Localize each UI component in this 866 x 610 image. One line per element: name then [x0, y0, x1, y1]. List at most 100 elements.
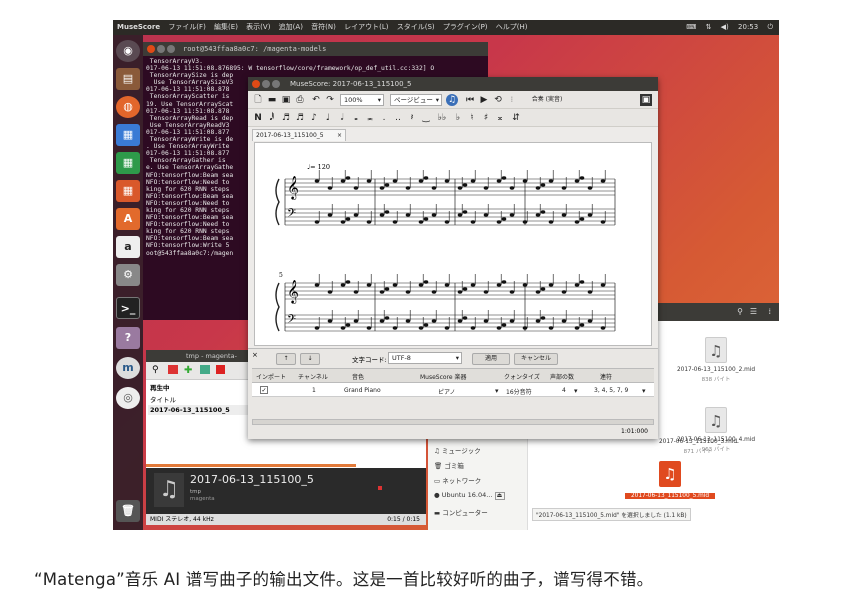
note-64th-icon[interactable]: 𝅘𝅥𝅱: [266, 112, 278, 124]
clock[interactable]: 20:53: [738, 23, 758, 31]
note-32nd-icon[interactable]: ♬: [280, 112, 292, 124]
progress-bar[interactable]: [146, 464, 356, 467]
minimize-icon[interactable]: [157, 45, 165, 53]
note-8th-icon[interactable]: ♪: [308, 112, 320, 124]
col-playing[interactable]: 再生中: [150, 382, 170, 392]
terminal-icon[interactable]: >_: [116, 297, 140, 319]
play-panel-icon[interactable]: ♫: [446, 94, 458, 106]
menu-layout[interactable]: レイアウト(L): [344, 23, 388, 31]
image-capture-icon[interactable]: ▣: [640, 94, 652, 106]
search-icon[interactable]: ⚲: [152, 365, 159, 375]
natural-icon[interactable]: ♮: [466, 112, 478, 124]
view-mode-select[interactable]: ページビュー ▾: [390, 94, 442, 106]
midi-file-icon[interactable]: ♫: [705, 337, 727, 363]
files-launcher-icon[interactable]: ▤: [116, 68, 140, 90]
note-whole-icon[interactable]: 𝅝: [350, 112, 362, 124]
close-icon[interactable]: [252, 80, 260, 88]
maximize-icon[interactable]: [272, 80, 280, 88]
tuplets-select[interactable]: 3, 4, 5, 7, 9: [594, 387, 628, 394]
sidebar-item-computer[interactable]: ▬ コンピューター: [434, 507, 488, 517]
view-list-icon[interactable]: ☰: [750, 307, 757, 316]
horizontal-scrollbar[interactable]: [252, 419, 654, 425]
grid-icon[interactable]: [200, 365, 210, 374]
menu-edit[interactable]: 編集(E): [214, 23, 238, 31]
col-tuplets[interactable]: 連符: [600, 372, 612, 381]
metronome-icon[interactable]: ⋮: [506, 94, 518, 106]
apply-button[interactable]: 適用: [472, 353, 510, 365]
dvd-icon[interactable]: ◎: [116, 387, 140, 409]
minimize-icon[interactable]: [262, 80, 270, 88]
close-icon[interactable]: [147, 45, 155, 53]
print-icon[interactable]: ⎙: [294, 94, 306, 106]
note-half-icon[interactable]: 𝅗𝅥: [336, 112, 348, 124]
menu-style[interactable]: スタイル(S): [397, 23, 435, 31]
close-tab-icon[interactable]: ×: [337, 130, 342, 141]
tab-score[interactable]: 2017-06-13_115100_5 ×: [252, 129, 346, 141]
quantize-select[interactable]: 16分音符: [506, 387, 532, 396]
eject-icon[interactable]: ⏏: [494, 492, 505, 500]
save-icon[interactable]: ▣: [280, 94, 292, 106]
col-voices[interactable]: 声部の数: [550, 372, 574, 381]
score-canvas[interactable]: ♩= 120 5 𝄞 𝄢 𝄞 𝄢: [254, 142, 652, 346]
menu-view[interactable]: 表示(V): [246, 23, 270, 31]
note-input-icon[interactable]: N: [252, 112, 264, 124]
musescore-icon[interactable]: m: [116, 357, 140, 379]
double-dot-icon[interactable]: ..: [392, 112, 404, 124]
writer-icon[interactable]: ▦: [116, 124, 140, 146]
open-folder-icon[interactable]: ▬: [266, 94, 278, 106]
network-icon[interactable]: ⇅: [706, 23, 712, 31]
keyboard-icon[interactable]: ⌨: [686, 23, 696, 31]
tuplets-dropdown-icon[interactable]: ▾: [642, 387, 646, 395]
col-import[interactable]: インポート: [256, 372, 286, 381]
help-icon[interactable]: ?: [116, 327, 140, 349]
sharp-icon[interactable]: ♯: [480, 112, 492, 124]
note-quarter-icon[interactable]: ♩: [322, 112, 334, 124]
voices-select[interactable]: 4: [562, 387, 566, 394]
dash-icon[interactable]: ◉: [116, 40, 140, 62]
play-icon[interactable]: ▶: [478, 94, 490, 106]
move-down-button[interactable]: ↓: [300, 353, 320, 365]
undo-icon[interactable]: ↶: [310, 94, 322, 106]
midi-file-icon[interactable]: ♫: [705, 407, 727, 433]
instrument-dropdown-icon[interactable]: ▾: [495, 387, 499, 395]
rewind-icon[interactable]: ⏮: [464, 94, 476, 106]
file-name[interactable]: 2017-06-13_115100_2.mid: [671, 367, 761, 373]
power-icon[interactable]: ⏻: [767, 23, 773, 31]
new-file-icon[interactable]: 🗋: [252, 94, 264, 106]
rest-icon[interactable]: 𝄽: [406, 112, 418, 124]
flip-icon[interactable]: ⇵: [510, 112, 522, 124]
menu-notes[interactable]: 音符(N): [311, 23, 336, 31]
col-channel[interactable]: チャンネル: [298, 372, 328, 381]
note-breve-icon[interactable]: 𝅜: [364, 112, 376, 124]
stop-icon[interactable]: [216, 365, 225, 374]
impress-icon[interactable]: ▦: [116, 180, 140, 202]
trash-icon[interactable]: 🗑: [116, 500, 140, 522]
sidebar-item-ubuntu[interactable]: ● Ubuntu 16.04... ⏏: [434, 491, 505, 500]
record-icon[interactable]: [168, 365, 178, 374]
double-sharp-icon[interactable]: 𝄪: [494, 112, 506, 124]
move-up-button[interactable]: ↑: [276, 353, 296, 365]
volume-icon[interactable]: ◀): [721, 23, 729, 31]
col-instrument[interactable]: MuseScore 楽器: [420, 372, 467, 381]
dot-icon[interactable]: .: [378, 112, 390, 124]
tie-icon[interactable]: ‿: [420, 112, 432, 124]
concert-pitch-button[interactable]: 合奏 (実音): [522, 94, 572, 106]
col-title[interactable]: タイトル: [150, 394, 176, 404]
instrument-select[interactable]: ピアノ: [438, 387, 455, 396]
redo-icon[interactable]: ↷: [324, 94, 336, 106]
close-panel-icon[interactable]: ×: [252, 351, 258, 359]
menu-file[interactable]: ファイル(F): [168, 23, 206, 31]
cancel-button[interactable]: キャンセル: [514, 353, 558, 365]
menu-plugins[interactable]: プラグイン(P): [443, 23, 488, 31]
file-name[interactable]: 2017-06-13_115100_4.mid: [671, 437, 761, 443]
flat-icon[interactable]: ♭: [452, 112, 464, 124]
search-icon[interactable]: ⚲: [737, 307, 743, 316]
double-flat-icon[interactable]: ♭♭: [436, 112, 448, 124]
sidebar-item-network[interactable]: ▭ ネットワーク: [434, 475, 481, 485]
loop-icon[interactable]: ⟲: [492, 94, 504, 106]
midi-file-selected-icon[interactable]: ♫: [659, 461, 681, 487]
calc-icon[interactable]: ▦: [116, 152, 140, 174]
software-center-icon[interactable]: A: [116, 208, 140, 230]
note-16th-icon[interactable]: ♬: [294, 112, 306, 124]
menu-add[interactable]: 追加(A): [279, 23, 303, 31]
